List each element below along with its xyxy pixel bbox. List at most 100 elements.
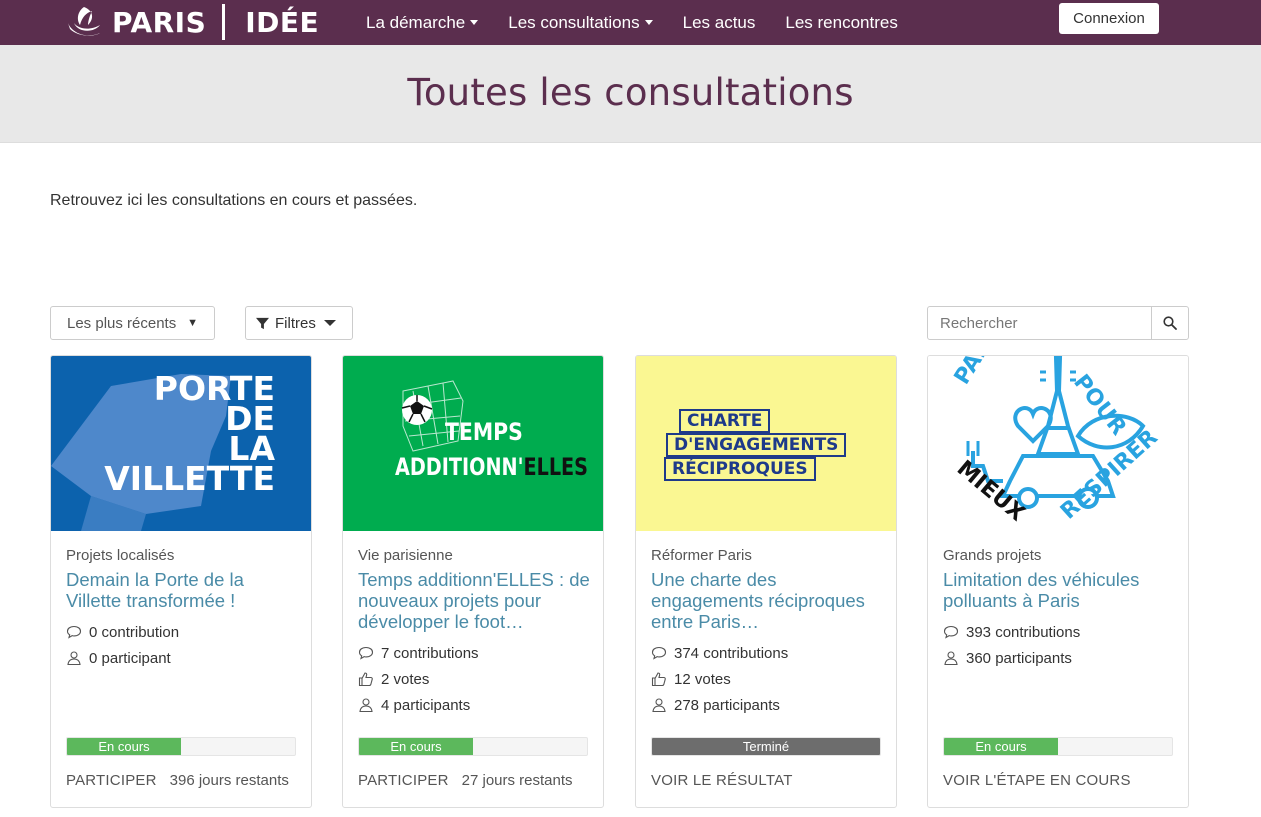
logo-text-idee: IDÉE bbox=[245, 5, 320, 39]
stat-participants: 0 participant bbox=[66, 645, 298, 671]
speech-bubble-icon bbox=[66, 625, 82, 639]
consultation-card[interactable]: CHARTE D'ENGAGEMENTS RÉCIPROQUES Réforme… bbox=[635, 355, 897, 808]
status-progress-fill: En cours bbox=[359, 738, 473, 755]
status-progress-fill: En cours bbox=[944, 738, 1058, 755]
filters-button[interactable]: Filtres bbox=[245, 306, 353, 340]
nav-item-label: Les consultations bbox=[508, 12, 640, 32]
card-image-charte[interactable]: CHARTE D'ENGAGEMENTS RÉCIPROQUES bbox=[636, 356, 896, 531]
stat-votes-text: 2 votes bbox=[381, 670, 430, 688]
paris-ship-logo-icon bbox=[68, 7, 100, 36]
triangle-down-icon: ▼ bbox=[187, 317, 198, 329]
user-icon bbox=[359, 698, 373, 713]
user-icon bbox=[652, 698, 666, 713]
caret-down-icon bbox=[470, 20, 479, 25]
card-title-link[interactable]: Limitation des véhicules polluants à Par… bbox=[943, 569, 1175, 611]
card-image-line: CHARTE bbox=[679, 409, 771, 433]
nav-item-label: Les actus bbox=[682, 12, 756, 32]
card-image-line: ELLES bbox=[523, 453, 588, 481]
funnel-icon bbox=[256, 317, 269, 329]
magnifier-icon bbox=[1163, 316, 1177, 330]
stat-votes: 12 votes bbox=[651, 666, 883, 692]
participate-link[interactable]: PARTICIPER bbox=[358, 772, 449, 789]
card-title-link[interactable]: Demain la Porte de la Villette transform… bbox=[66, 569, 298, 611]
main-nav: La démarche Les consultations Les actus … bbox=[366, 0, 928, 45]
speech-bubble-icon bbox=[358, 646, 374, 660]
stat-contributions-text: 0 contribution bbox=[89, 623, 180, 641]
view-result-link[interactable]: VOIR LE RÉSULTAT bbox=[651, 772, 793, 789]
card-image-line: VILLETTE bbox=[104, 459, 275, 498]
status-progress-bar: En cours bbox=[66, 737, 296, 756]
card-stats: 7 contributions 2 votes 4 participants bbox=[358, 640, 590, 718]
status-progress-bar: En cours bbox=[358, 737, 588, 756]
card-category: Grands projets bbox=[943, 547, 1042, 564]
search-box bbox=[927, 306, 1189, 340]
card-footer: PARTICIPER 27 jours restants bbox=[358, 772, 598, 789]
card-footer: VOIR LE RÉSULTAT bbox=[651, 772, 891, 789]
caret-down-icon bbox=[644, 20, 653, 25]
stat-participants: 4 participants bbox=[358, 692, 590, 718]
sort-select-value: Les plus récents bbox=[67, 314, 177, 332]
intro-text: Retrouvez ici les consultations en cours… bbox=[50, 192, 418, 209]
status-progress-fill: En cours bbox=[67, 738, 181, 755]
stat-participants-text: 278 participants bbox=[674, 696, 780, 714]
nav-item-demarche[interactable]: La démarche bbox=[366, 12, 479, 33]
days-remaining: 396 jours restants bbox=[169, 772, 289, 789]
status-progress-bar: En cours bbox=[943, 737, 1173, 756]
thumbs-up-icon bbox=[358, 672, 373, 687]
logo-separator bbox=[222, 4, 226, 40]
card-stats: 393 contributions 360 participants bbox=[943, 619, 1175, 671]
stat-participants: 360 participants bbox=[943, 645, 1175, 671]
speech-bubble-icon bbox=[651, 646, 667, 660]
card-image-line: RÉCIPROQUES bbox=[664, 457, 816, 481]
stat-participants-text: 0 participant bbox=[89, 649, 171, 667]
stat-contributions: 393 contributions bbox=[943, 619, 1175, 645]
card-image-mieux-respirer[interactable]: PARIS POUR MIEUX RESPIRER bbox=[928, 356, 1188, 531]
participate-link[interactable]: PARTICIPER bbox=[66, 772, 157, 789]
card-image-line: D'ENGAGEMENTS bbox=[666, 433, 847, 457]
stat-contributions-text: 393 contributions bbox=[966, 623, 1081, 641]
stat-votes-text: 12 votes bbox=[674, 670, 731, 688]
stat-participants: 278 participants bbox=[651, 692, 883, 718]
card-category: Projets localisés bbox=[66, 547, 175, 564]
filters-button-label: Filtres bbox=[275, 314, 316, 332]
nav-item-consultations[interactable]: Les consultations bbox=[508, 12, 653, 33]
card-title-link[interactable]: Une charte des engagements réciproques e… bbox=[651, 569, 883, 632]
view-current-step-link[interactable]: VOIR L'ÉTAPE EN COURS bbox=[943, 772, 1131, 789]
consultation-card[interactable]: PORTE DE LA VILLETTE Projets localisés D… bbox=[50, 355, 312, 808]
search-input[interactable] bbox=[928, 307, 1151, 339]
login-button[interactable]: Connexion bbox=[1059, 3, 1159, 34]
nav-item-actus[interactable]: Les actus bbox=[683, 13, 756, 33]
card-image-temps-additionnelles[interactable]: TEMPS ADDITIONN'ELLES bbox=[343, 356, 603, 531]
sort-select[interactable]: Les plus récents ▼ bbox=[50, 306, 215, 340]
logo-text-paris: PARIS bbox=[112, 5, 207, 39]
site-logo[interactable]: PARIS IDÉE bbox=[64, 2, 319, 42]
nav-item-rencontres[interactable]: Les rencontres bbox=[785, 13, 897, 33]
stat-contributions-text: 374 contributions bbox=[674, 644, 789, 662]
stat-votes: 2 votes bbox=[358, 666, 590, 692]
status-progress-fill: Terminé bbox=[652, 738, 880, 755]
stat-contributions: 374 contributions bbox=[651, 640, 883, 666]
stat-contributions-text: 7 contributions bbox=[381, 644, 479, 662]
card-stats: 0 contribution 0 participant bbox=[66, 619, 298, 671]
days-remaining: 27 jours restants bbox=[461, 772, 573, 789]
speech-bubble-icon bbox=[943, 625, 959, 639]
caret-down-icon bbox=[323, 320, 336, 326]
user-icon bbox=[67, 651, 81, 666]
page-header-band: Toutes les consultations bbox=[0, 45, 1261, 143]
search-button[interactable] bbox=[1151, 307, 1188, 339]
status-progress-bar: Terminé bbox=[651, 737, 881, 756]
consultation-card[interactable]: TEMPS ADDITIONN'ELLES Vie parisienne Tem… bbox=[342, 355, 604, 808]
page-title: Toutes les consultations bbox=[407, 71, 854, 114]
card-stats: 374 contributions 12 votes 278 participa… bbox=[651, 640, 883, 718]
nav-item-label: Les rencontres bbox=[785, 12, 898, 32]
card-title-link[interactable]: Temps additionn'ELLES : de nouveaux proj… bbox=[358, 569, 590, 632]
card-image-porte-villette[interactable]: PORTE DE LA VILLETTE bbox=[51, 356, 311, 531]
card-image-line: ADDITIONN' bbox=[395, 453, 524, 481]
card-category: Réformer Paris bbox=[651, 547, 752, 564]
nav-item-label: La démarche bbox=[366, 12, 466, 32]
thumbs-up-icon bbox=[651, 672, 666, 687]
top-navbar: PARIS IDÉE La démarche Les consultations… bbox=[0, 0, 1261, 45]
stat-participants-text: 4 participants bbox=[381, 696, 471, 714]
consultation-card[interactable]: PARIS POUR MIEUX RESPIRER Grands projets… bbox=[927, 355, 1189, 808]
card-category: Vie parisienne bbox=[358, 547, 453, 564]
